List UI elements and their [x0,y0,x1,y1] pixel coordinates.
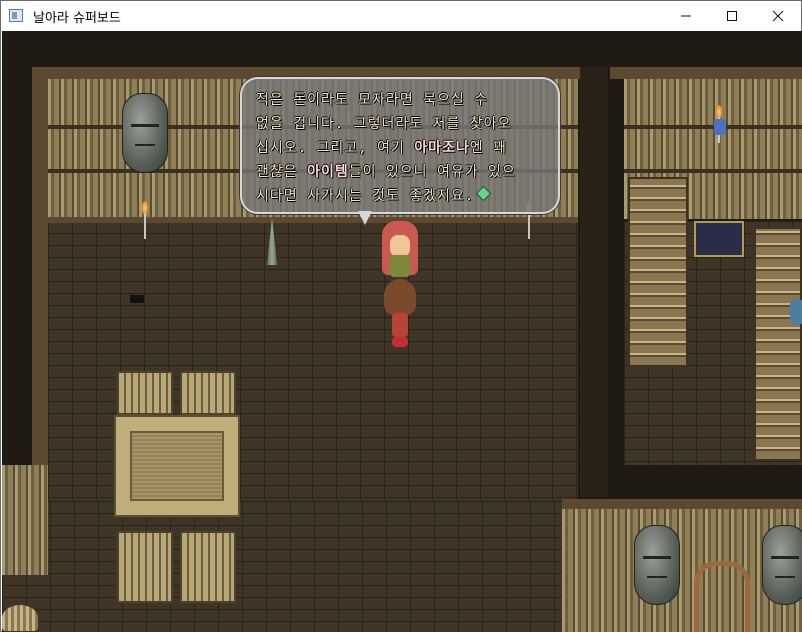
maximize-button[interactable] [709,1,755,31]
dialogue-line-5: 시다면 사가시는 것도 좋겠지요. [256,185,492,205]
wooden-counter[interactable] [754,227,802,461]
dialogue-text: 괜찮은 [256,164,308,180]
app-window-icon [9,9,23,22]
wall-mask-decoration [122,93,168,173]
pillar-right [580,67,608,497]
minimize-button[interactable] [663,1,709,31]
dialogue-text: 들이 있으니 여유가 있으 [348,164,516,180]
treasure-chest[interactable] [694,221,744,257]
dialogue-bubble[interactable]: 적은 돈이라도 모자라면 묵으실 수 없을 겁니다. 그렇더라도 저를 찾아오 … [240,77,560,214]
torch-icon [138,201,152,241]
window-title: 날아라 슈퍼보드 [33,11,121,26]
close-button[interactable] [755,1,801,31]
wall-bottom-left [2,465,48,575]
highlight-item-word: 아이템 [307,164,349,180]
pillar-left [32,67,48,467]
chair[interactable] [117,531,173,603]
dialogue-line-1: 적은 돈이라도 모자라면 묵으실 수 [256,92,489,108]
game-window: 날아라 슈퍼보드 적은 돈이라도 모자라면 묵으실 수 없을 겁니다. 그렇더라… [0,0,802,632]
wall-beam-right [610,67,802,79]
game-viewport[interactable]: 적은 돈이라도 모자라면 묵으실 수 없을 겁니다. 그렇더라도 저를 찾아오 … [2,31,802,632]
dialogue-line-2: 없을 겁니다. 그렇더라도 저를 찾아오 [256,116,512,132]
dialogue-text: 시다면 사가시는 것도 좋겠지요. [256,188,475,204]
title-bar[interactable]: 날아라 슈퍼보드 [1,1,801,31]
dialogue-line-3: 십시오. 그리고, 여기 아마조나엔 꽤 [256,137,507,157]
wall-mask-decoration [634,525,680,605]
highlight-place-name: 아마조나 [414,140,470,156]
wall-baseboard [48,217,578,223]
chair[interactable] [180,371,236,415]
wall-trim [624,169,802,173]
chair[interactable] [180,531,236,603]
dialogue-line-4: 괜찮은 아이템들이 있으니 여유가 있으 [256,161,516,181]
blue-bottle-icon [714,119,726,135]
floor-bottom-left [2,501,562,632]
chair[interactable] [117,371,173,415]
dialogue-text: 십시오. 그리고, 여기 [256,140,415,156]
blue-pot-icon [790,299,802,325]
close-icon [772,10,784,22]
player-character[interactable] [382,279,418,351]
doorway-arch[interactable] [694,561,750,632]
maximize-icon [727,11,737,21]
dialogue-bubble-tail [358,211,372,225]
dialogue-text: 엔 꽤 [469,140,507,156]
green-gem-icon[interactable] [475,185,492,202]
minimize-icon [681,15,691,17]
wooden-shelf[interactable] [628,177,688,367]
wall-beam-right-bottom [562,499,802,509]
wall-mask-decoration [762,525,802,605]
basket[interactable] [2,605,38,631]
floor-item[interactable] [130,295,144,303]
wooden-table[interactable] [114,415,240,517]
